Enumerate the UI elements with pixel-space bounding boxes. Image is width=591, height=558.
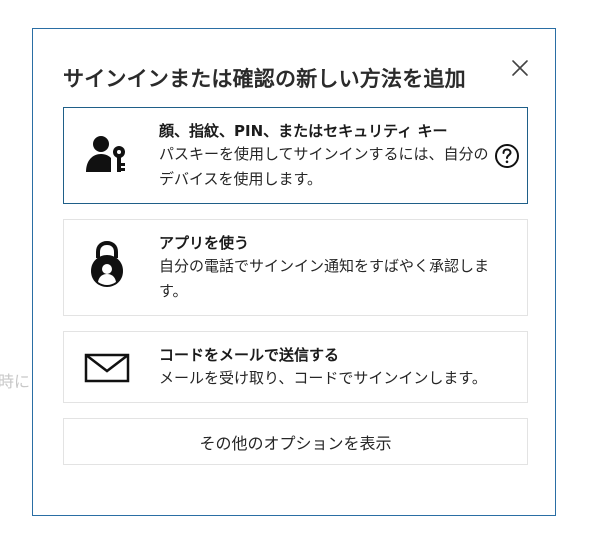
option-description: メールを受け取り、コードでサインインします。 [159, 369, 487, 387]
option-passkey[interactable]: 顔、指紋、PIN、またはセキュリティ キー パスキーを使用してサインインするには… [63, 107, 528, 204]
option-passkey-text: 顔、指紋、PIN、またはセキュリティ キー パスキーを使用してサインインするには… [159, 120, 489, 192]
option-description: パスキーを使用してサインインするには、自分のデバイスを使用します。 [159, 145, 489, 188]
option-description: 自分の電話でサインイン通知をすばやく承認します。 [159, 257, 490, 300]
option-title: コードをメールで送信する [159, 346, 340, 364]
option-title: アプリを使う [159, 234, 250, 252]
option-title: 顔、指紋、PIN、またはセキュリティ キー [159, 122, 448, 140]
show-more-options-button[interactable]: その他のオプションを表示 [63, 418, 528, 465]
help-button[interactable] [493, 142, 521, 170]
option-email-code[interactable]: コードをメールで送信する メールを受け取り、コードでサインインします。 [63, 331, 528, 403]
option-email-text: コードをメールで送信する メールを受け取り、コードでサインインします。 [159, 344, 489, 391]
option-app-text: アプリを使う 自分の電話でサインイン通知をすばやく承認します。 [159, 232, 489, 304]
authenticator-lock-icon [84, 240, 130, 288]
background-partial-text: 時に [0, 372, 31, 391]
dialog-title: サインインまたは確認の新しい方法を追加 [63, 67, 466, 91]
person-key-icon [84, 132, 130, 178]
add-signin-method-dialog: サインインまたは確認の新しい方法を追加 顔、指紋、PIN、またはセキュリティ キ… [32, 28, 556, 516]
close-button[interactable] [505, 53, 535, 83]
option-authenticator-app[interactable]: アプリを使う 自分の電話でサインイン通知をすばやく承認します。 [63, 219, 528, 316]
close-icon [512, 60, 528, 76]
help-circle-icon [495, 144, 519, 168]
envelope-icon [84, 345, 130, 391]
